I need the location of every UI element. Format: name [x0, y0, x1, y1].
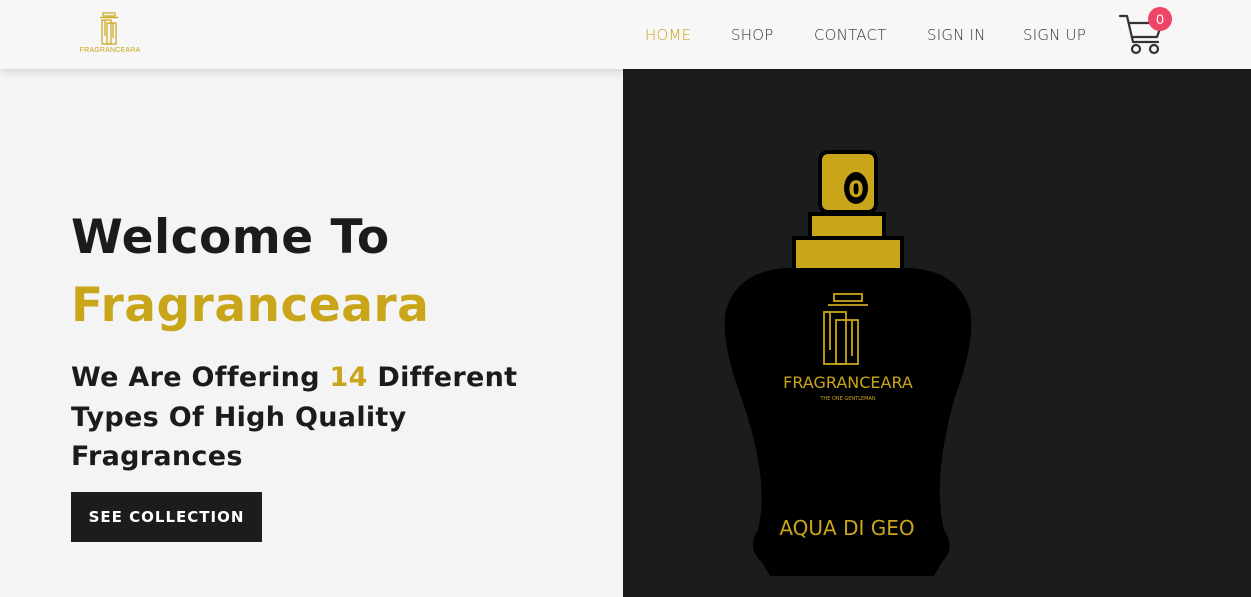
logo-icon [100, 12, 118, 45]
bottle-brand-text: FRAGRANCEARA [783, 373, 913, 392]
nav-contact[interactable]: CONTACT [814, 26, 887, 44]
logo-text: FRAGRANCEARA [79, 47, 141, 54]
nav-home[interactable]: HOME [645, 26, 691, 44]
hero-title-line1: Welcome To [71, 210, 390, 265]
cart-count-badge: 0 [1148, 7, 1172, 31]
perfume-bottle-image: 0 FRAGRANCEARA THE ONE GENTLEMAN AQUA DI… [724, 150, 972, 576]
brand-logo[interactable]: FRAGRANCEARA [78, 12, 142, 60]
see-collection-button[interactable]: SEE COLLECTION [71, 492, 262, 542]
hero-subtitle-count: 14 [329, 362, 368, 393]
bottle-cap-mark: 0 [848, 178, 863, 203]
nav-sign-up[interactable]: SIGN UP [1023, 26, 1086, 44]
navbar: FRAGRANCEARA HOME SHOP CONTACT SIGN IN S… [0, 0, 1251, 69]
cart-button[interactable]: 0 [1118, 7, 1176, 58]
bottle-tagline: THE ONE GENTLEMAN [819, 396, 875, 402]
nav-sign-in[interactable]: SIGN IN [927, 26, 986, 44]
bottle-product-name: AQUA DI GEO [779, 516, 914, 540]
hero-title-line2: Fragranceara [71, 278, 430, 333]
hero-subtitle-before: We Are Offering [71, 362, 330, 393]
hero-subtitle: We Are Offering 14 Different Types Of Hi… [71, 358, 541, 477]
nav-shop[interactable]: SHOP [731, 26, 773, 44]
